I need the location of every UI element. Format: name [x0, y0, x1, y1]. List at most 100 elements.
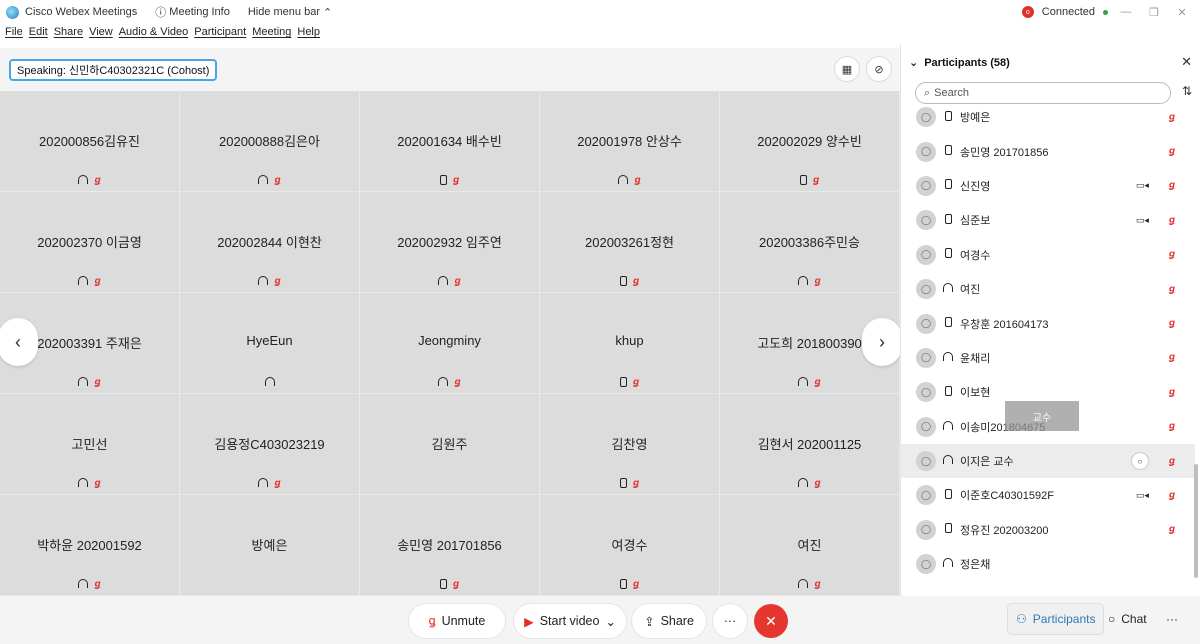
menu-view[interactable]: View [89, 26, 113, 44]
menu-edit[interactable]: Edit [29, 26, 48, 44]
mic-muted-icon[interactable]: ǥ [1169, 352, 1175, 363]
share-button[interactable]: ⇪ Share [632, 604, 706, 638]
headset-icon [943, 558, 953, 568]
participant-tile[interactable]: 202003386주민승 ǥ [720, 192, 900, 293]
participant-tile[interactable]: 송민영 201701856 ǥ [360, 495, 540, 596]
previous-page-button[interactable]: ‹ [0, 318, 38, 366]
mic-muted-icon: ǥ [814, 276, 821, 287]
menu-audio-video[interactable]: Audio & Video [119, 26, 189, 44]
link-button[interactable]: ⊘ [866, 56, 892, 82]
search-input[interactable]: Search [934, 87, 969, 99]
participant-tile[interactable]: 여경수 ǥ [540, 495, 720, 596]
tile-status-icons: ǥ [720, 579, 899, 590]
minimize-button[interactable]: — [1116, 6, 1136, 18]
restore-button[interactable]: ❐ [1144, 6, 1164, 19]
avatar: ◯ [916, 175, 936, 196]
mic-muted-icon[interactable]: ǥ [1169, 146, 1175, 157]
chat-icon[interactable]: ○ [1130, 452, 1149, 471]
participant-name: 여경수 [960, 249, 991, 262]
participant-list-item[interactable]: ◯ 신진영 ▭◂ ǥ [901, 169, 1195, 203]
participant-tile[interactable]: 여진 ǥ [720, 495, 900, 596]
participant-tile[interactable]: 고민선 ǥ [0, 394, 180, 495]
mic-muted-icon[interactable]: ǥ [1169, 456, 1175, 467]
avatar: ◯ [916, 244, 936, 265]
menu-file[interactable]: File [5, 26, 23, 44]
app-title: Cisco Webex Meetings [25, 6, 138, 18]
tile-participant-name: 202003386주민승 [759, 235, 860, 250]
participant-tile[interactable]: 202000888김은아 ǥ [180, 91, 360, 192]
mic-muted-icon[interactable]: ǥ [1169, 112, 1175, 123]
menu-meeting[interactable]: Meeting [252, 26, 291, 44]
close-window-button[interactable]: ✕ [1172, 6, 1192, 19]
participant-tile[interactable]: 김원주 [360, 394, 540, 495]
participant-tile[interactable]: 김용정C403023219 ǥ [180, 394, 360, 495]
mic-muted-icon[interactable]: ǥ [1169, 249, 1175, 260]
participants-toggle-label: Participants [1032, 612, 1096, 626]
mic-muted-icon[interactable]: ǥ [1169, 421, 1175, 432]
participant-name: 심준보 [960, 215, 991, 228]
unmute-button[interactable]: ǥ Unmute [409, 604, 505, 638]
mic-muted-icon[interactable]: ǥ [1169, 284, 1175, 295]
participant-list-item[interactable]: ◯ 윤채리 ǥ [901, 341, 1195, 375]
participant-list-item[interactable]: ◯ 여경수 ǥ [901, 238, 1195, 272]
participant-list-item[interactable]: ◯ 우창훈 201604173 ǥ [901, 306, 1195, 340]
participant-tile[interactable]: HyeEun [180, 293, 360, 394]
mic-muted-icon: ǥ [94, 377, 101, 388]
headset-icon [943, 283, 953, 293]
participant-tile[interactable]: 방예은 [180, 495, 360, 596]
participant-list-item[interactable]: ◯ 정유진 202003200 ǥ [901, 513, 1195, 547]
tile-participant-name: 202002370 이금영 [37, 235, 142, 250]
participant-tile[interactable]: 김찬영 ǥ [540, 394, 720, 495]
mic-muted-icon[interactable]: ǥ [1169, 524, 1175, 535]
grid-layout-button[interactable]: ▦ [834, 56, 860, 82]
participant-tile[interactable]: Jeongminy ǥ [360, 293, 540, 394]
participant-tile[interactable]: khup ǥ [540, 293, 720, 394]
participants-toggle-button[interactable]: ⚇ Participants [1008, 604, 1104, 634]
participant-tile[interactable]: 202002029 양수빈 ǥ [720, 91, 900, 192]
mic-muted-icon[interactable]: ǥ [1169, 490, 1175, 501]
participant-list-item[interactable]: ◯ 송민영 201701856 ǥ [901, 134, 1195, 168]
mic-muted-icon[interactable]: ǥ [1169, 215, 1175, 226]
phone-icon [944, 145, 952, 156]
menu-help[interactable]: Help [297, 26, 320, 44]
participant-list-item[interactable]: ◯ 여진 ǥ [901, 272, 1195, 306]
participant-tile[interactable]: 김현서 202001125 ǥ [720, 394, 900, 495]
menu-participant[interactable]: Participant [194, 26, 246, 44]
tile-participant-name: 김원주 [431, 437, 468, 452]
participant-tile[interactable]: 202000856김유진 ǥ [0, 91, 180, 192]
end-meeting-button[interactable]: ✕ [754, 604, 788, 638]
chat-toggle-button[interactable]: ○ Chat [1100, 604, 1155, 634]
participant-list-item[interactable]: ◯ 심준보 ▭◂ ǥ [901, 203, 1195, 237]
participant-tile[interactable]: 202003261정현 ǥ [540, 192, 720, 293]
mic-muted-icon[interactable]: ǥ [1169, 180, 1175, 191]
participant-list-item[interactable]: ◯ 이준호C40301592F ▭◂ ǥ [901, 478, 1195, 512]
close-panel-button[interactable]: ✕ [1181, 54, 1192, 70]
next-page-button[interactable]: › [862, 318, 902, 366]
participant-list-item[interactable]: ◯ 방예은 ǥ [901, 100, 1195, 134]
participant-list-item[interactable]: ◯ 정은채 [901, 547, 1195, 581]
participant-tile[interactable]: 202002844 이현찬 ǥ [180, 192, 360, 293]
participant-list-scrollbar[interactable] [1194, 464, 1198, 578]
mic-muted-icon[interactable]: ǥ [1169, 387, 1175, 398]
more-options-button[interactable]: ··· [713, 604, 747, 638]
headset-icon [78, 478, 89, 487]
participant-tile[interactable]: 202001634 배수빈 ǥ [360, 91, 540, 192]
sort-icon[interactable]: ⇅ [1182, 84, 1192, 98]
participant-list-item[interactable]: ◯최지영ǥ [901, 581, 1195, 586]
tile-status-icons: ǥ [360, 175, 539, 186]
hide-menu-bar-button[interactable]: Hide menu bar ⌃ [248, 6, 332, 19]
menu-share[interactable]: Share [54, 26, 83, 44]
mic-muted-icon[interactable]: ǥ [1169, 318, 1175, 329]
tile-status-icons: ǥ [0, 276, 179, 287]
participant-tile[interactable]: 202002370 이금영 ǥ [0, 192, 180, 293]
participant-list-item[interactable]: ◯ 이지은 교수 ○ ǥ [901, 443, 1195, 479]
tile-status-icons: ǥ [180, 276, 359, 287]
participant-tile[interactable]: 박하윤 202001592 ǥ [0, 495, 180, 596]
meeting-info-button[interactable]: ⓘ Meeting Info [155, 4, 230, 20]
participants-panel-header[interactable]: ⌄ Participants (58) [909, 56, 1010, 70]
participant-tile[interactable]: 202001978 안상수 ǥ [540, 91, 720, 192]
start-video-label: Start video [539, 614, 600, 628]
more-panels-button[interactable]: ··· [1158, 604, 1186, 634]
start-video-button[interactable]: ▶ Start video ⌄ [514, 604, 626, 638]
participant-tile[interactable]: 202002932 임주연 ǥ [360, 192, 540, 293]
